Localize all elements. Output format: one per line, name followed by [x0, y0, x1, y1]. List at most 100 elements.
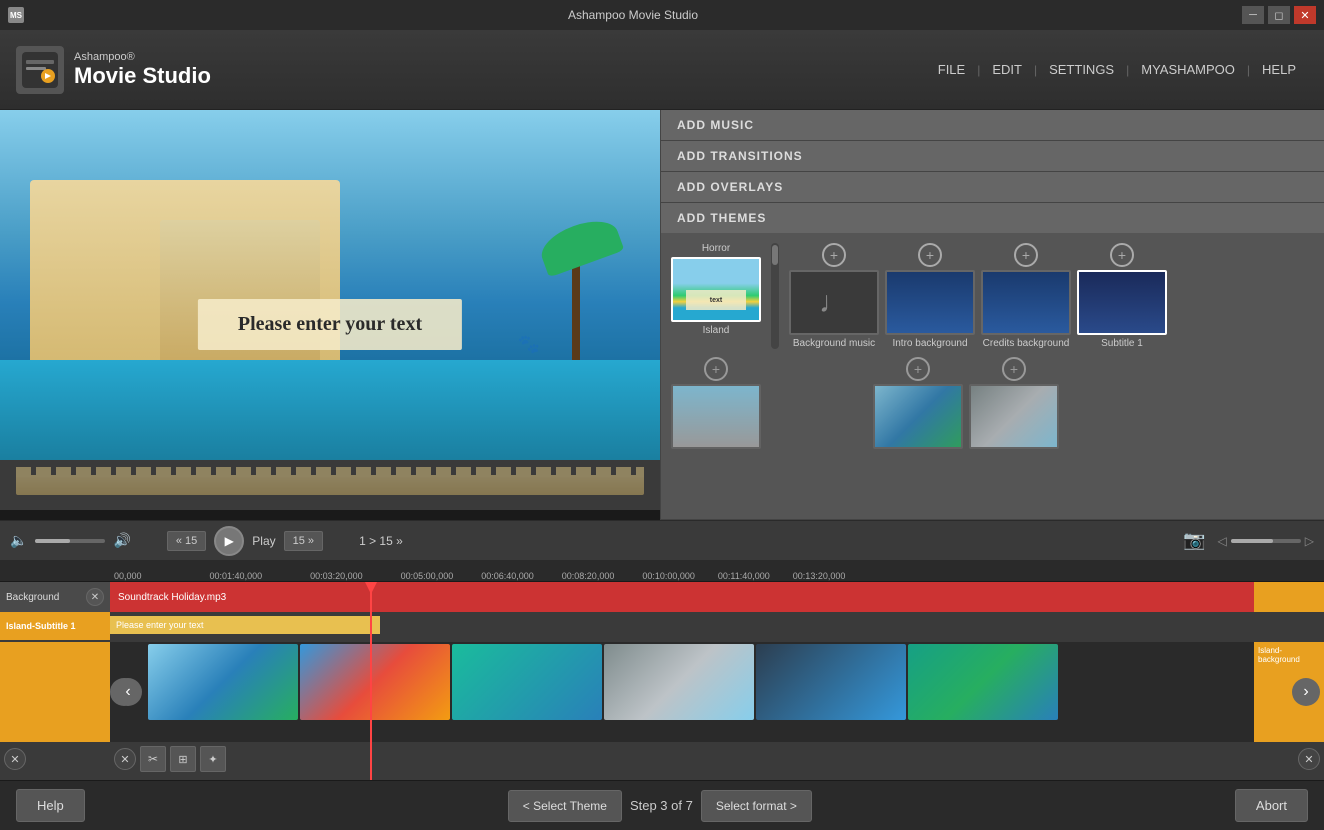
camera-icon: 📷 [1183, 530, 1205, 551]
preview-overlay-text: Please enter your text [238, 313, 422, 335]
timeline-ruler: 00,000 00:01:40,000 00:03:20,000 00:05:0… [0, 560, 1324, 582]
forward-button[interactable]: 15 » [284, 531, 323, 551]
subtitle-thumb[interactable] [1077, 270, 1167, 335]
page-indicator: 1 > 15 » [359, 534, 403, 548]
restore-button[interactable]: ◻ [1268, 6, 1290, 24]
add-intro-bg-icon[interactable]: + [918, 243, 942, 267]
text-bar[interactable]: Please enter your text [110, 616, 380, 634]
play-icon: ▶ [225, 534, 234, 548]
add-transitions-section: ADD TRANSITIONS [661, 141, 1324, 172]
right-track-label: Island-background [1258, 646, 1320, 664]
help-button[interactable]: Help [16, 789, 85, 822]
nav-myashampoo[interactable]: MYASHAMPOO [1129, 62, 1247, 77]
cut-tool-btn[interactable]: ✂ [140, 746, 166, 772]
bg-track-label-text: Background [6, 592, 59, 603]
nav-settings[interactable]: SETTINGS [1037, 62, 1126, 77]
play-button[interactable]: ▶ [214, 526, 244, 556]
nav-left-button[interactable]: ‹ [114, 678, 142, 706]
magic-tool-btn[interactable]: ✦ [200, 746, 226, 772]
right-panel: ADD MUSIC ADD TRANSITIONS ADD OVERLAYS A… [660, 110, 1324, 520]
subtitle-track-content: Please enter your text [110, 612, 1324, 640]
bg-music-thumb[interactable]: ♩ [789, 270, 879, 335]
nav-help[interactable]: HELP [1250, 62, 1308, 77]
lower1-thumb[interactable] [671, 384, 761, 449]
theme-item-subtitle[interactable]: + Subtitle 1 [1077, 243, 1167, 349]
bg-remove-btn[interactable]: ✕ [86, 588, 104, 606]
theme-item-lower1[interactable]: + [671, 357, 761, 449]
theme-item-lower3[interactable]: + [969, 357, 1059, 449]
volume-slider[interactable] [35, 539, 105, 543]
add-credits-bg-icon[interactable]: + [1014, 243, 1038, 267]
playhead [370, 582, 372, 780]
intro-bg-thumb[interactable] [885, 270, 975, 335]
timeline-remove-btn2[interactable]: ✕ [114, 748, 136, 770]
video-thumb-3[interactable] [452, 644, 602, 720]
logo-app: Movie Studio [74, 63, 211, 89]
themes-row-1: Horror text Island [671, 243, 1314, 349]
nav-right-button[interactable]: › [1292, 678, 1320, 706]
split-tool-btn[interactable]: ⊞ [170, 746, 196, 772]
nav-file[interactable]: FILE [926, 62, 977, 77]
vol-right-icon: ▷ [1305, 534, 1314, 548]
minimize-button[interactable]: ─ [1242, 6, 1264, 24]
music-note-icon: ♩ [819, 286, 849, 320]
nav-menu: FILE | EDIT | SETTINGS | MYASHAMPOO | HE… [926, 62, 1308, 77]
subtitle-label: Subtitle 1 [1077, 338, 1167, 349]
volume-high-icon: 🔊 [113, 532, 130, 549]
vol-left-icon: ◁ [1218, 534, 1227, 548]
close-button[interactable]: ✕ [1294, 6, 1316, 24]
bg-music-label: Background music [789, 338, 879, 349]
abort-button[interactable]: Abort [1235, 789, 1308, 822]
subtitle-track: Island-Subtitle 1 Please enter your text [0, 612, 1324, 640]
volume-low-icon: 🔈 [10, 532, 27, 549]
themes-row-2: + + + [671, 357, 1314, 449]
lower3-thumb[interactable] [969, 384, 1059, 449]
step-info: Step 3 of 7 [630, 798, 693, 813]
timeline-remove-btn3[interactable]: ✕ [1298, 748, 1320, 770]
playback-bar: 🔈 🔊 « 15 ▶ Play 15 » 1 > 15 » 📷 ◁ ▷ [0, 520, 1324, 560]
intro-bg-label: Intro background [885, 338, 975, 349]
video-track-content: ‹ › Island-background [110, 642, 1324, 742]
credits-bg-label: Credits background [981, 338, 1071, 349]
bottom-bar: Help < Select Theme Step 3 of 7 Select f… [0, 780, 1324, 830]
add-overlays-header[interactable]: ADD OVERLAYS [661, 172, 1324, 202]
logo: Ashampoo® Movie Studio [16, 46, 211, 94]
right-volume-control: ◁ ▷ [1218, 534, 1314, 548]
background-track: Background ✕ Soundtrack Holiday.mp3 [0, 582, 1324, 612]
nav-edit[interactable]: EDIT [980, 62, 1034, 77]
lower2-thumb[interactable] [873, 384, 963, 449]
island-label: Island [671, 325, 761, 336]
preview-video: Please enter your text 🐾 [0, 110, 660, 460]
add-themes-header[interactable]: ADD THEMES [661, 203, 1324, 233]
video-thumb-6[interactable] [908, 644, 1058, 720]
play-label: Play [252, 534, 275, 548]
logo-brand: Ashampoo® [74, 51, 211, 63]
right-volume-slider[interactable] [1231, 539, 1301, 543]
horror-label: Horror [702, 243, 730, 254]
header: Ashampoo® Movie Studio FILE | EDIT | SET… [0, 30, 1324, 110]
video-thumb-1[interactable] [148, 644, 298, 720]
video-thumb-5[interactable] [756, 644, 906, 720]
app-icon: MS [8, 7, 24, 23]
theme-item-credits-bg[interactable]: + Credits background [981, 243, 1071, 349]
logo-icon [16, 46, 64, 94]
add-subtitle-icon[interactable]: + [1110, 243, 1134, 267]
credits-bg-thumb[interactable] [981, 270, 1071, 335]
main-area: Please enter your text 🐾 ADD MUSIC ADD T… [0, 110, 1324, 520]
titlebar: MS Ashampoo Movie Studio ─ ◻ ✕ [0, 0, 1324, 30]
subtitle-track-text: Island-Subtitle 1 [6, 621, 76, 631]
theme-item-lower2[interactable]: + [873, 357, 963, 449]
theme-item-bg-music[interactable]: + ♩ Background music [789, 243, 879, 349]
theme-item-intro-bg[interactable]: + Intro background [885, 243, 975, 349]
video-thumbnails [110, 642, 1324, 722]
add-music-header[interactable]: ADD MUSIC [661, 110, 1324, 140]
preview-text-overlay[interactable]: Please enter your text [198, 299, 462, 350]
add-bg-music-icon[interactable]: + [822, 243, 846, 267]
add-transitions-header[interactable]: ADD TRANSITIONS [661, 141, 1324, 171]
video-thumb-2[interactable] [300, 644, 450, 720]
video-thumb-4[interactable] [604, 644, 754, 720]
theme-item-island[interactable]: Horror text Island [671, 243, 761, 349]
rewind-button[interactable]: « 15 [167, 531, 206, 551]
timeline-remove-btn[interactable]: ✕ [4, 748, 26, 770]
island-thumb[interactable]: text [671, 257, 761, 322]
